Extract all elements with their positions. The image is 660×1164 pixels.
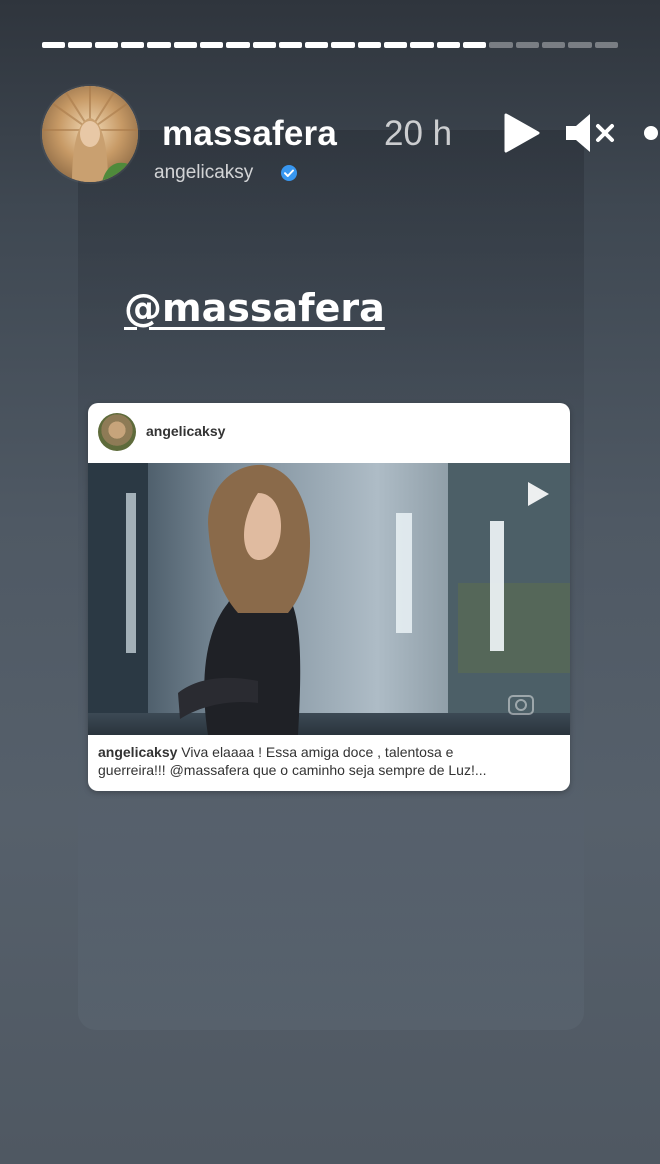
progress-segment (568, 42, 592, 48)
progress-segment (278, 42, 303, 48)
progress-segment (226, 42, 250, 48)
caption-username[interactable]: angelicaksy (98, 744, 177, 760)
progress-segment (94, 42, 118, 48)
post-caption: angelicaksy Viva elaaaa ! Essa amiga doc… (98, 743, 560, 779)
progress-segment (384, 42, 408, 48)
progress-segment (147, 42, 171, 48)
progress-segment (489, 42, 513, 48)
progress-segment (541, 42, 566, 48)
progress-segment (410, 42, 434, 48)
progress-segment (42, 42, 66, 48)
mute-icon[interactable] (564, 110, 616, 156)
caption-line-1: angelicaksy Viva elaaaa ! Essa amiga doc… (98, 743, 560, 761)
progress-segment (594, 42, 618, 48)
post-avatar[interactable] (98, 413, 136, 451)
progress-segment (120, 42, 145, 48)
verified-icon (281, 165, 297, 181)
post-username[interactable]: angelicaksy (146, 423, 225, 439)
more-icon[interactable] (642, 124, 660, 142)
avatar[interactable] (42, 86, 138, 182)
progress-segment (68, 42, 92, 48)
avatar-image (42, 86, 138, 182)
video-play-icon[interactable] (522, 479, 552, 509)
shared-post-card[interactable]: angelicaksy angelicaksy Viva elaaaa ! Es… (88, 403, 570, 791)
story-header: massafera 20 h angelicaksy (42, 86, 660, 196)
caption-text-1: Viva elaaaa ! Essa amiga doce , talentos… (181, 744, 454, 760)
post-video-frame (88, 463, 570, 735)
progress-segment (305, 42, 329, 48)
progress-segment (463, 42, 487, 48)
progress-segment (436, 42, 460, 48)
progress-segment (252, 42, 276, 48)
play-icon[interactable] (498, 111, 542, 155)
progress-segment (331, 42, 355, 48)
progress-segment (515, 42, 539, 48)
post-video[interactable] (88, 463, 570, 735)
progress-segment (173, 42, 197, 48)
mention-sticker[interactable]: @massafera (124, 286, 385, 330)
story-sub-username[interactable]: angelicaksy (154, 162, 253, 184)
story-timestamp: 20 h (384, 114, 453, 153)
post-header: angelicaksy (88, 403, 570, 461)
caption-line-2: guerreira!!! @massafera que o caminho se… (98, 762, 487, 778)
story-username[interactable]: massafera (162, 114, 337, 154)
story-progress-bar (42, 42, 618, 50)
progress-segment (199, 42, 224, 48)
camera-icon (508, 695, 534, 715)
progress-segment (357, 42, 382, 48)
